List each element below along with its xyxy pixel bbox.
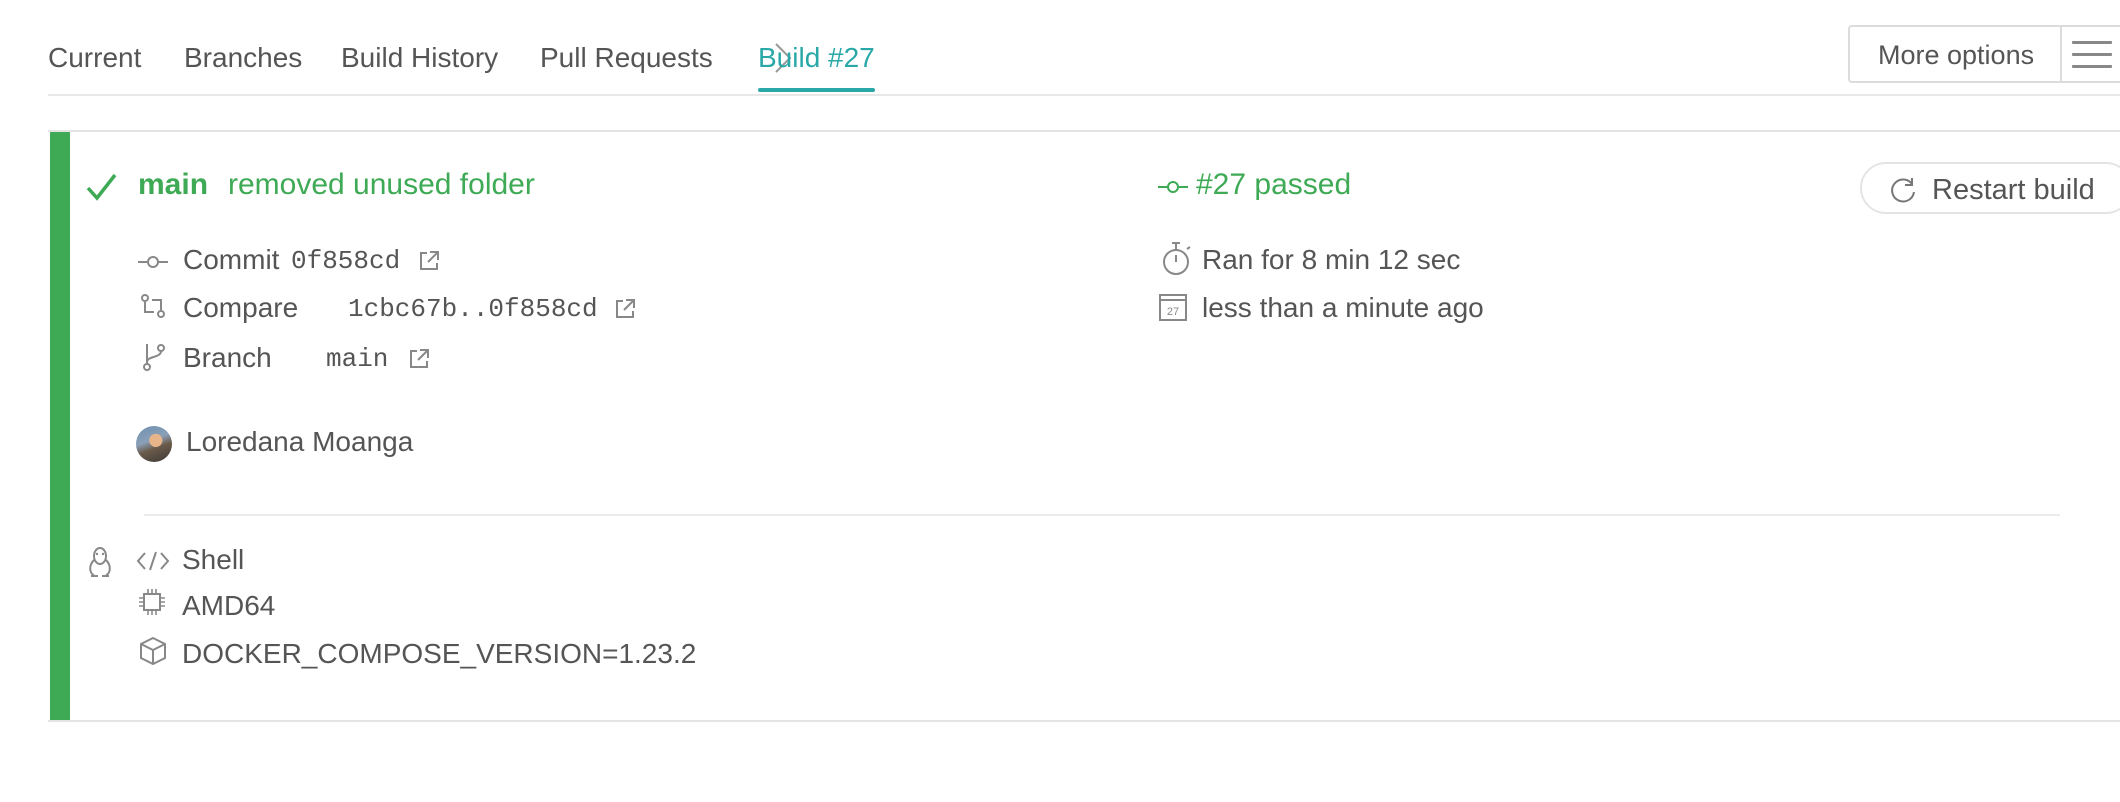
cpu-icon	[138, 588, 166, 616]
author-name: Loredana Moanga	[186, 426, 414, 457]
commit-message: removed unused folder	[228, 168, 535, 201]
more-options-label: More options	[1878, 40, 2035, 70]
build-finished: less than a minute ago	[1202, 292, 1484, 323]
branch-name-link[interactable]: main	[326, 344, 388, 374]
build-summary-panel: main removed unused folder #27 passed Re…	[48, 130, 2120, 722]
more-options-button[interactable]: More options	[1848, 25, 2120, 83]
tab-current[interactable]: Current	[48, 42, 141, 74]
restart-icon	[1888, 175, 1918, 205]
build-status[interactable]: #27 passed	[1196, 168, 1351, 202]
box-icon	[138, 636, 168, 666]
tab-build-27[interactable]: Build #27	[758, 42, 875, 92]
commit-icon	[138, 252, 168, 272]
branch-icon	[142, 342, 166, 372]
check-icon	[84, 170, 118, 204]
compare-label: Compare	[183, 292, 299, 323]
code-icon	[136, 550, 170, 572]
section-divider	[144, 514, 2060, 516]
build-nav: Current Branches Build History Pull Requ…	[48, 20, 2120, 96]
build-duration: Ran for 8 min 12 sec	[1202, 244, 1461, 275]
author-avatar	[136, 426, 172, 462]
external-link-icon[interactable]	[614, 298, 636, 320]
job-arch: AMD64	[182, 590, 276, 621]
commit-icon	[1158, 177, 1188, 197]
commit-sha-link[interactable]: 0f858cd	[291, 246, 400, 276]
hamburger-menu-icon[interactable]	[2072, 41, 2112, 71]
tab-build-history[interactable]: Build History	[341, 42, 498, 74]
compare-icon	[140, 292, 166, 320]
restart-build-label: Restart build	[1932, 174, 2095, 206]
branch-label: Branch	[183, 342, 272, 373]
calendar-icon: 27	[1158, 292, 1188, 322]
more-options-divider	[2060, 25, 2062, 83]
calendar-day: 27	[1167, 306, 1179, 318]
job-language: Shell	[182, 544, 245, 575]
external-link-icon[interactable]	[408, 348, 430, 370]
tab-pull-requests[interactable]: Pull Requests	[540, 42, 713, 74]
tab-branches[interactable]: Branches	[184, 42, 302, 74]
external-link-icon[interactable]	[418, 250, 440, 272]
commit-label: Commit	[183, 244, 280, 275]
branch-name[interactable]: main	[138, 168, 208, 202]
compare-range-link[interactable]: 1cbc67b..0f858cd	[348, 294, 598, 324]
restart-build-button[interactable]: Restart build	[1860, 162, 2120, 214]
linux-icon	[86, 546, 114, 578]
job-env: DOCKER_COMPOSE_VERSION=1.23.2	[182, 638, 697, 669]
stopwatch-icon	[1160, 240, 1194, 278]
status-bar	[50, 132, 70, 720]
